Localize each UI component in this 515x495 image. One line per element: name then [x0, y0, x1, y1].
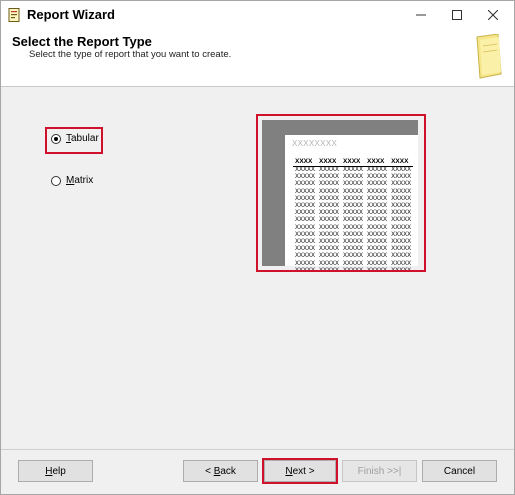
matrix-radio[interactable]: Matrix: [51, 175, 93, 186]
radio-unselected-icon: [51, 175, 61, 186]
page-title: Select the Report Type: [12, 34, 152, 49]
close-window-button[interactable]: [475, 1, 511, 29]
next-highlight-box: [262, 458, 338, 484]
back-button[interactable]: < Back: [183, 460, 258, 482]
maximize-button[interactable]: [439, 1, 475, 29]
tabular-radio[interactable]: Tabular: [51, 133, 99, 144]
finish-button[interactable]: Finish >>|: [342, 460, 417, 482]
minimize-button[interactable]: [403, 1, 439, 29]
radio-selected-icon: [51, 133, 61, 144]
report-document-icon: [476, 34, 502, 79]
window-title: Report Wizard: [27, 7, 115, 22]
footer-divider: [1, 449, 514, 450]
preview-highlight-box: [256, 114, 426, 272]
report-wizard-window: Report Wizard Select the Report Type Sel…: [0, 0, 515, 495]
title-bar[interactable]: Report Wizard: [1, 1, 514, 29]
minimize-icon: [416, 14, 426, 16]
page-subtitle: Select the type of report that you want …: [29, 49, 232, 60]
tabular-label: Tabular: [66, 133, 99, 144]
maximize-icon: [452, 10, 462, 20]
close-icon: [488, 10, 498, 20]
wizard-header: Select the Report Type Select the type o…: [1, 29, 514, 87]
cancel-button[interactable]: Cancel: [422, 460, 497, 482]
report-wizard-icon: [8, 8, 20, 22]
help-button[interactable]: Help: [18, 460, 93, 482]
matrix-label: Matrix: [66, 175, 94, 186]
